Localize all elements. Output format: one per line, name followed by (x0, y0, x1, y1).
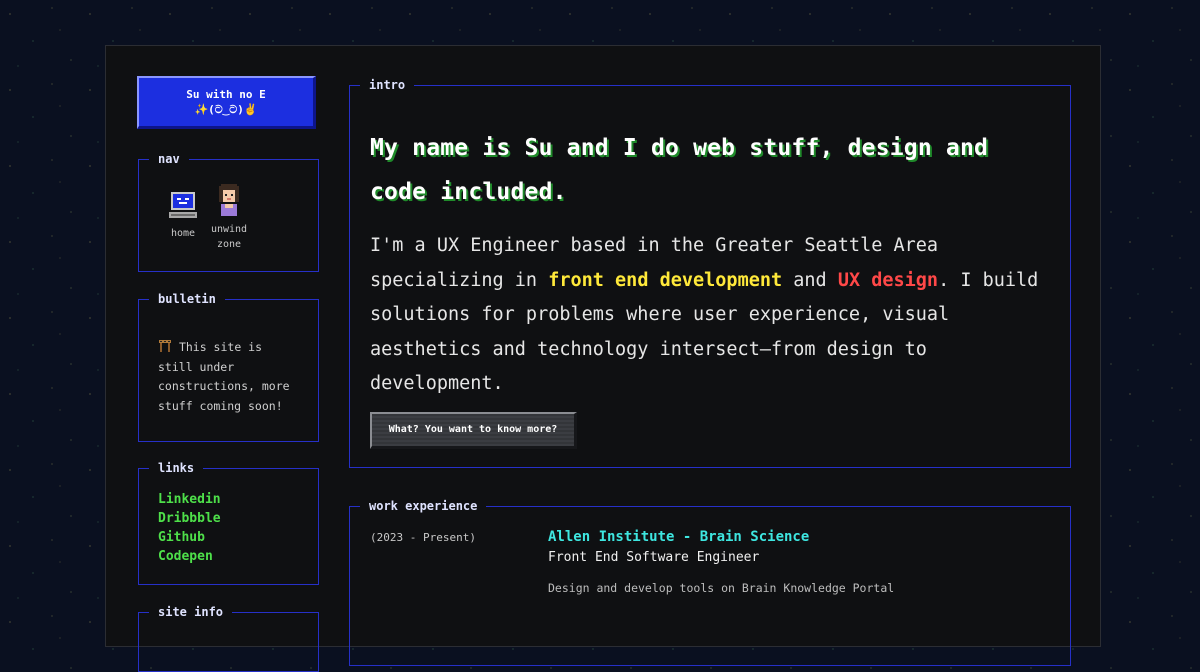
job-date: (2023 - Present) (370, 531, 476, 544)
bulletin-text: This site is still under constructions, … (158, 340, 290, 413)
highlight-front-end: front end development (548, 269, 783, 291)
intro-legend: intro (360, 77, 415, 93)
nav-item-unwind-label: unwind zone (210, 224, 248, 250)
work-legend: work experience (360, 498, 487, 514)
page-container: Su with no E ✨(ට‿ට)✌️ nav home unwind zo… (105, 45, 1101, 672)
site-info-panel: site info (138, 604, 319, 672)
highlight-ux-design: UX design (837, 269, 939, 291)
nav-legend: nav (149, 151, 189, 167)
avatar-icon (219, 184, 239, 216)
link-linkedin[interactable]: Linkedin (158, 490, 221, 509)
intro-panel: intro My name is Su and I do web stuff, … (349, 77, 1071, 468)
bulletin-legend: bulletin (149, 291, 225, 307)
job-title: Front End Software Engineer (548, 550, 760, 565)
work-experience-panel: work experience (2023 - Present) Allen I… (349, 498, 1071, 666)
job-company: Allen Institute - Brain Science (548, 529, 810, 545)
brand-name: Su with no E (186, 88, 266, 101)
links-panel: links Linkedin Dribbble Github Codepen (138, 460, 319, 585)
link-github[interactable]: Github (158, 528, 221, 547)
nav-panel: nav home unwind zone (138, 151, 319, 272)
job-description: Design and develop tools on Brain Knowle… (548, 581, 895, 595)
site-info-legend: site info (149, 604, 233, 620)
brand-emoticon: ✨(ට‿ට)✌️ (194, 103, 258, 116)
links-legend: links (149, 460, 204, 476)
link-dribbble[interactable]: Dribbble (158, 509, 221, 528)
intro-bio: I'm a UX Engineer based in the Greater S… (370, 229, 1050, 402)
bulletin-panel: bulletin This site is still under constr… (138, 291, 319, 442)
nav-item-home[interactable]: home (163, 190, 203, 241)
link-codepen[interactable]: Codepen (158, 547, 221, 566)
intro-headline: My name is Su and I do web stuff, design… (370, 135, 989, 205)
construction-icon (159, 340, 171, 352)
know-more-button[interactable]: What? You want to know more? (370, 412, 577, 449)
bulletin-message: This site is still under constructions, … (158, 338, 303, 416)
site-brand-badge[interactable]: Su with no E ✨(ට‿ට)✌️ (137, 76, 316, 129)
computer-icon (169, 192, 197, 218)
nav-item-unwind-zone[interactable]: unwind zone (205, 182, 253, 252)
nav-item-home-label: home (170, 228, 196, 239)
bio-text-2: and (782, 269, 838, 291)
links-list: Linkedin Dribbble Github Codepen (158, 490, 221, 566)
